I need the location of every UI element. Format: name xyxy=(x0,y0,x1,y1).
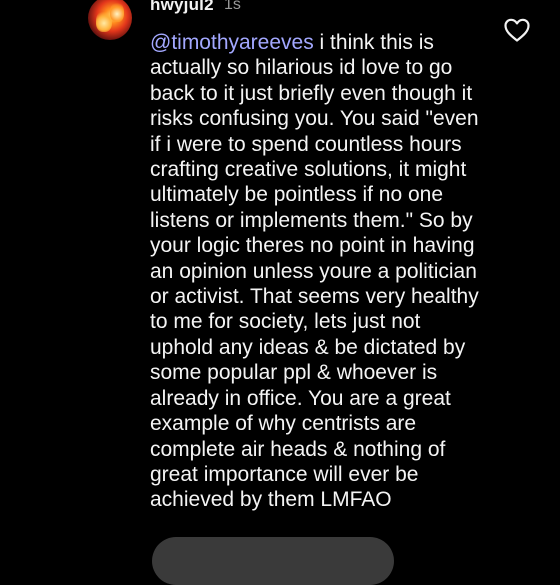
timestamp: 1s xyxy=(224,0,241,13)
username[interactable]: hwyjul2 xyxy=(150,0,214,15)
comment-body-text: i think this is actually so hilarious id… xyxy=(150,31,479,512)
comment: hwyjul2 1s @timothyareeves i think this … xyxy=(0,0,560,585)
fire-icon-highlight xyxy=(110,2,124,22)
comment-text: @timothyareeves i think this is actually… xyxy=(150,30,485,513)
reply-pill[interactable] xyxy=(152,537,394,585)
avatar[interactable] xyxy=(88,0,132,40)
heart-outline-icon[interactable] xyxy=(503,17,531,43)
mention-link[interactable]: @timothyareeves xyxy=(150,31,314,54)
